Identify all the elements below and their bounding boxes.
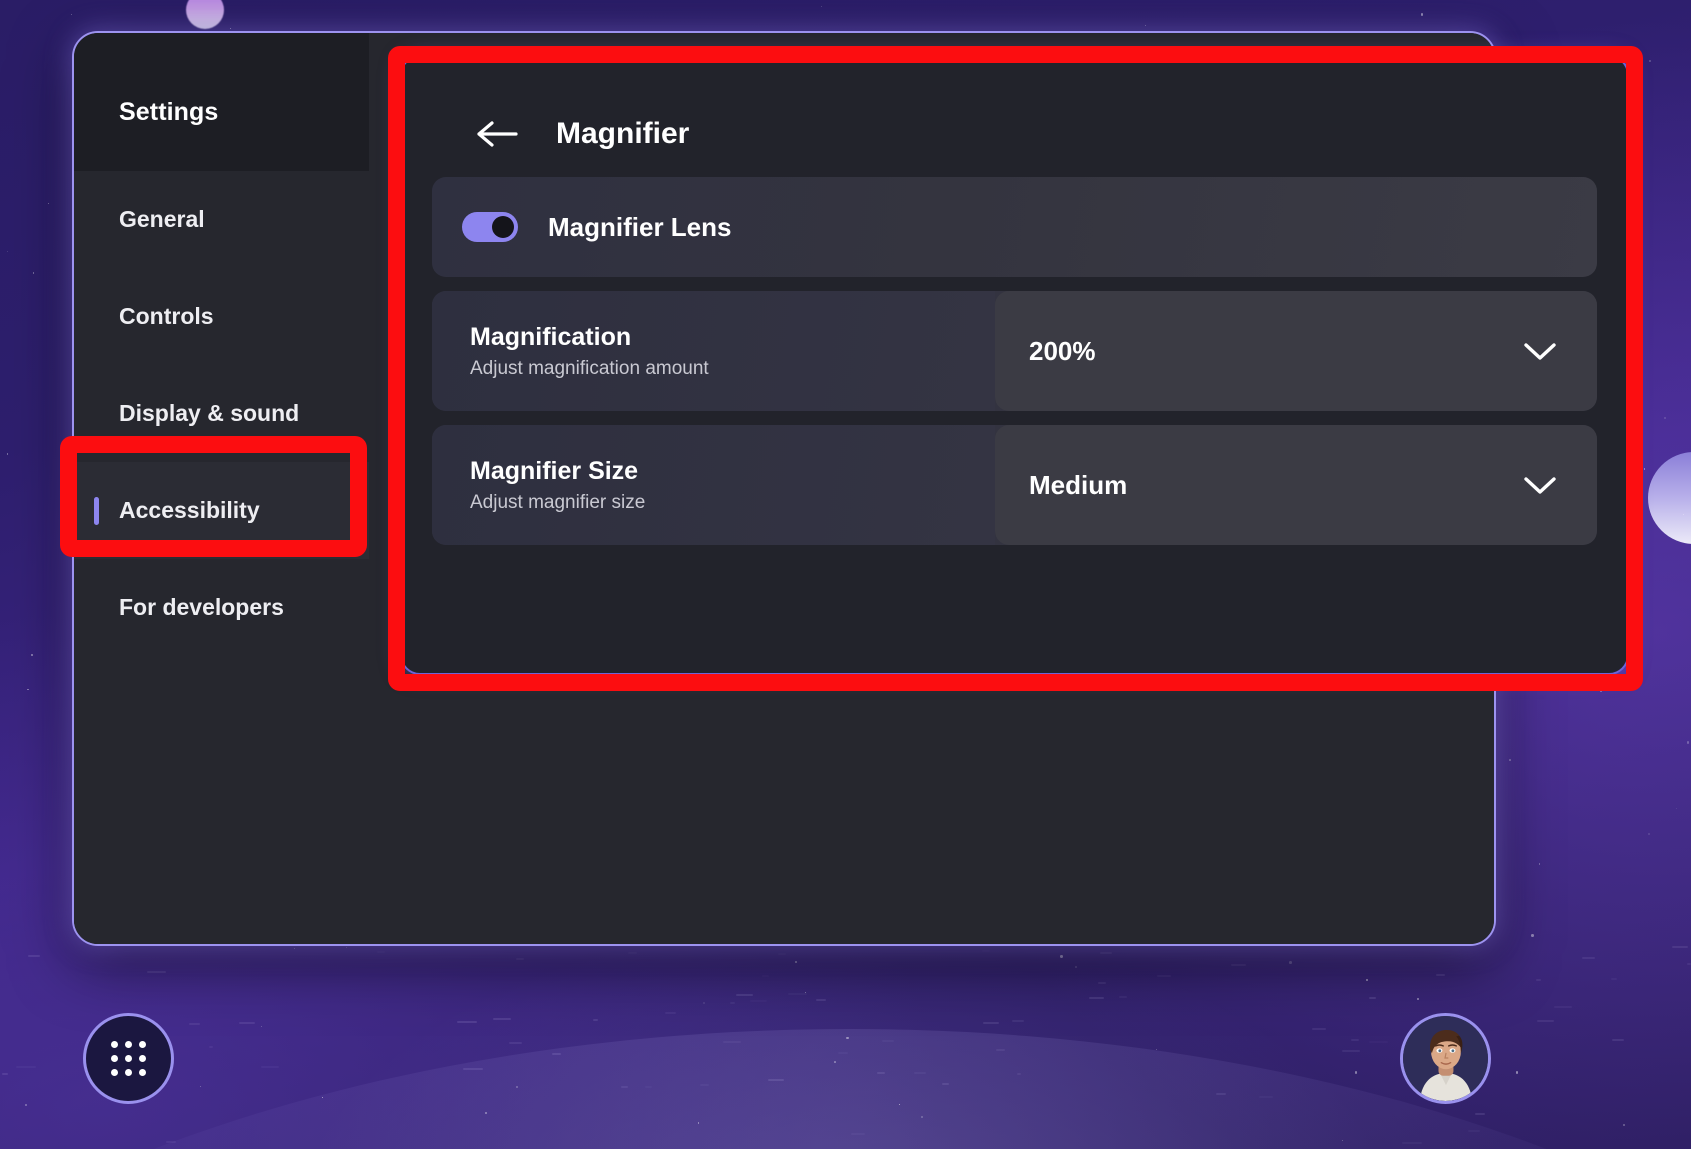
decorative-orb-top	[186, 0, 224, 29]
magnifier-lens-label: Magnifier Lens	[548, 211, 732, 242]
magnifier-size-title: Magnifier Size	[470, 456, 639, 485]
sidebar-item-general[interactable]: General	[74, 171, 369, 268]
selection-indicator	[94, 496, 99, 525]
toggle-knob	[492, 216, 514, 238]
magnifier-panel-header: Magnifier	[402, 57, 1627, 169]
magnification-row: Magnification Adjust magnification amoun…	[432, 291, 1597, 411]
magnification-title: Magnification	[470, 322, 632, 351]
page-title: Settings	[119, 98, 219, 126]
sidebar-item-label: Controls	[119, 303, 214, 329]
decorative-orb-right	[1648, 452, 1691, 544]
magnifier-settings-panel: Magnifier Magnifier Lens Magnification A…	[400, 55, 1629, 675]
magnifier-panel-title: Magnifier	[556, 117, 690, 150]
sidebar-item-accessibility[interactable]: Accessibility	[74, 462, 369, 559]
sidebar-nav-list: General Controls Display & sound Accessi…	[74, 171, 369, 944]
user-avatar-icon	[1403, 1016, 1488, 1101]
magnifier-lens-toggle[interactable]	[462, 212, 518, 242]
magnification-value: 200%	[1029, 335, 1096, 366]
apps-grid-icon	[111, 1041, 146, 1076]
magnifier-size-labels: Magnifier Size Adjust magnifier size	[432, 425, 995, 545]
chevron-down-icon	[1524, 343, 1556, 360]
magnification-dropdown[interactable]: 200%	[995, 291, 1597, 411]
magnifier-size-subtitle: Adjust magnifier size	[470, 492, 646, 514]
settings-sidebar: Settings General Controls Display & soun…	[74, 33, 369, 944]
magnification-subtitle: Adjust magnification amount	[470, 358, 709, 380]
desktop-background: Settings General Controls Display & soun…	[0, 0, 1691, 1149]
sidebar-item-controls[interactable]: Controls	[74, 268, 369, 365]
user-avatar-button[interactable]	[1400, 1013, 1491, 1104]
magnifier-panel-body: Magnifier Lens Magnification Adjust magn…	[402, 169, 1627, 545]
magnifier-size-row: Magnifier Size Adjust magnifier size Med…	[432, 425, 1597, 545]
magnifier-lens-row[interactable]: Magnifier Lens	[432, 177, 1597, 277]
sidebar-item-label: Accessibility	[119, 497, 260, 523]
sidebar-item-for-developers[interactable]: For developers	[74, 559, 369, 656]
sidebar-item-label: For developers	[119, 594, 284, 620]
chevron-down-icon	[1524, 477, 1556, 494]
apps-grid-button[interactable]	[83, 1013, 174, 1104]
sidebar-item-display-and-sound[interactable]: Display & sound	[74, 365, 369, 462]
back-arrow-icon[interactable]	[476, 119, 518, 149]
magnifier-size-dropdown[interactable]: Medium	[995, 425, 1597, 545]
sidebar-item-label: General	[119, 206, 205, 232]
magnifier-size-value: Medium	[1029, 469, 1128, 500]
sidebar-item-label: Display & sound	[119, 400, 300, 426]
magnification-labels: Magnification Adjust magnification amoun…	[432, 291, 995, 411]
sidebar-filler	[74, 656, 369, 944]
